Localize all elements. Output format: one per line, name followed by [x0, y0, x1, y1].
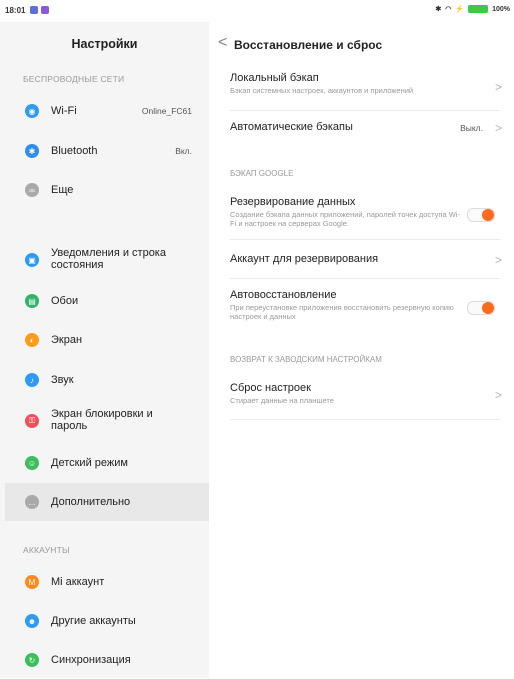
wifi-status-icon: ◠: [445, 6, 452, 13]
section-header-wireless: БЕСПРОВОДНЫЕ СЕТИ: [23, 74, 125, 84]
divider: [230, 110, 500, 111]
sidebar-item-display[interactable]: ◐ Экран: [5, 321, 209, 359]
sidebar-item-bluetooth[interactable]: ✱ Bluetooth Вкл.: [5, 132, 209, 170]
sidebar-item-notifications[interactable]: ▣ Уведомления и строка состояния: [5, 241, 209, 279]
toggle-knob: [482, 209, 494, 221]
status-bar: 18:01 ✱ ◠ ⚡ 100%: [0, 0, 514, 22]
bluetooth-icon: ✱: [25, 144, 39, 158]
auto-restore-toggle[interactable]: [467, 301, 495, 315]
wifi-network-name: Online_FC61: [141, 106, 192, 116]
sidebar-item-other-accounts[interactable]: ☻ Другие аккаунты: [5, 602, 209, 640]
sidebar-item-label: Bluetooth: [51, 145, 98, 157]
sidebar-item-label: Звук: [51, 374, 74, 386]
notifications-icon: ▣: [25, 253, 39, 267]
bluetooth-state: Вкл.: [175, 146, 192, 156]
more-options-icon: …: [25, 495, 39, 509]
divider: [230, 278, 500, 279]
section-header-accounts: АККАУНТЫ: [23, 545, 70, 555]
notification-icon: [30, 6, 38, 14]
lock-icon: ⚿: [25, 414, 39, 428]
section-header-google-backup: БЭКАП GOOGLE: [230, 169, 294, 178]
sidebar-item-sync[interactable]: ↻ Синхронизация: [5, 641, 209, 679]
factory-reset-row[interactable]: Сброс настроек Стирает данные на планшет…: [230, 382, 502, 408]
back-chevron-icon[interactable]: <: [218, 35, 227, 51]
chevron-right-icon: >: [494, 80, 502, 94]
divider: [230, 239, 500, 240]
sidebar-item-label: Детский режим: [51, 457, 128, 469]
sidebar-item-label: Другие аккаунты: [51, 615, 136, 627]
backup-account-row[interactable]: Аккаунт для резервирования >: [230, 253, 502, 267]
sidebar-item-wifi[interactable]: ◉ Wi-Fi Online_FC61: [5, 92, 209, 130]
row-subtitle: Бэкап системных настроек, аккаунтов и пр…: [230, 86, 414, 95]
row-title: Аккаунт для резервирования: [230, 253, 379, 265]
sidebar-item-label: Дополнительно: [51, 496, 131, 508]
row-subtitle: Стирает данные на планшете: [230, 396, 334, 405]
sidebar-item-label: Wi-Fi: [51, 105, 77, 117]
notification-icon: [41, 6, 49, 14]
charging-icon: ⚡: [455, 6, 465, 13]
section-header-factory-reset: ВОЗВРАТ К ЗАВОДСКИМ НАСТРОЙКАМ: [230, 355, 382, 364]
row-title: Сброс настроек: [230, 382, 311, 394]
bluetooth-status-icon: ✱: [435, 6, 442, 13]
sidebar-item-label: Синхронизация: [51, 654, 131, 666]
sidebar-item-mi-account[interactable]: M Mi аккаунт: [5, 563, 209, 601]
more-icon: ∞: [25, 183, 39, 197]
detail-title: Восстановление и сброс: [234, 38, 383, 52]
sidebar-item-more[interactable]: ∞ Еще: [5, 171, 209, 209]
battery-icon: [468, 5, 489, 13]
sidebar-item-label: Обои: [51, 295, 79, 307]
display-icon: ◐: [25, 333, 39, 347]
data-backup-row[interactable]: Резервирование данных Создание бэкапа да…: [230, 196, 500, 232]
sidebar-item-wallpaper[interactable]: ▤ Обои: [5, 282, 209, 320]
row-subtitle: При переустановке приложения восстановит…: [230, 303, 454, 321]
data-backup-toggle[interactable]: [467, 208, 495, 222]
row-title: Резервирование данных: [230, 196, 356, 208]
sound-icon: ♪: [25, 373, 39, 387]
detail-pane: < Восстановление и сброс Локальный бэкап…: [209, 22, 514, 678]
chevron-right-icon: >: [494, 253, 502, 267]
divider: [230, 419, 500, 420]
auto-backup-row[interactable]: Автоматические бэкапы Выкл. >: [230, 121, 502, 135]
toggle-knob: [482, 302, 494, 314]
status-time: 18:01: [5, 6, 26, 15]
row-title: Локальный бэкап: [230, 72, 319, 84]
sidebar-item-label: Уведомления и строка состояния: [51, 247, 166, 271]
sidebar-item-additional[interactable]: … Дополнительно: [5, 483, 209, 521]
sidebar-item-sound[interactable]: ♪ Звук: [5, 361, 209, 399]
kids-mode-icon: ☺: [25, 456, 39, 470]
chevron-right-icon: >: [494, 121, 502, 135]
auto-restore-row[interactable]: Автовосстановление При переустановке при…: [230, 289, 500, 325]
sync-icon: ↻: [25, 653, 39, 667]
sidebar-item-label: Mi аккаунт: [51, 576, 105, 588]
mi-account-icon: M: [25, 575, 39, 589]
settings-sidebar: Настройки БЕСПРОВОДНЫЕ СЕТИ ◉ Wi-Fi Onli…: [0, 22, 209, 678]
status-indicators: ✱ ◠ ⚡ 100%: [435, 5, 510, 13]
user-icon: ☻: [25, 614, 39, 628]
sidebar-item-label: Экран блокировки и пароль: [51, 408, 153, 432]
row-subtitle: Создание бэкапа данных приложений, парол…: [230, 210, 460, 228]
battery-percent: 100%: [492, 5, 510, 13]
auto-backup-value: Выкл.: [460, 123, 483, 133]
wallpaper-icon: ▤: [25, 294, 39, 308]
chevron-right-icon: >: [494, 388, 502, 402]
sidebar-item-label: Еще: [51, 184, 74, 196]
local-backup-row[interactable]: Локальный бэкап Бэкап системных настроек…: [230, 72, 502, 102]
page-title: Настройки: [71, 37, 138, 51]
wifi-icon: ◉: [25, 104, 39, 118]
row-title: Автовосстановление: [230, 289, 337, 301]
sidebar-item-lockscreen[interactable]: ⚿ Экран блокировки и пароль: [5, 402, 209, 440]
sidebar-item-label: Экран: [51, 334, 83, 346]
sidebar-item-kids-mode[interactable]: ☺ Детский режим: [5, 444, 209, 482]
